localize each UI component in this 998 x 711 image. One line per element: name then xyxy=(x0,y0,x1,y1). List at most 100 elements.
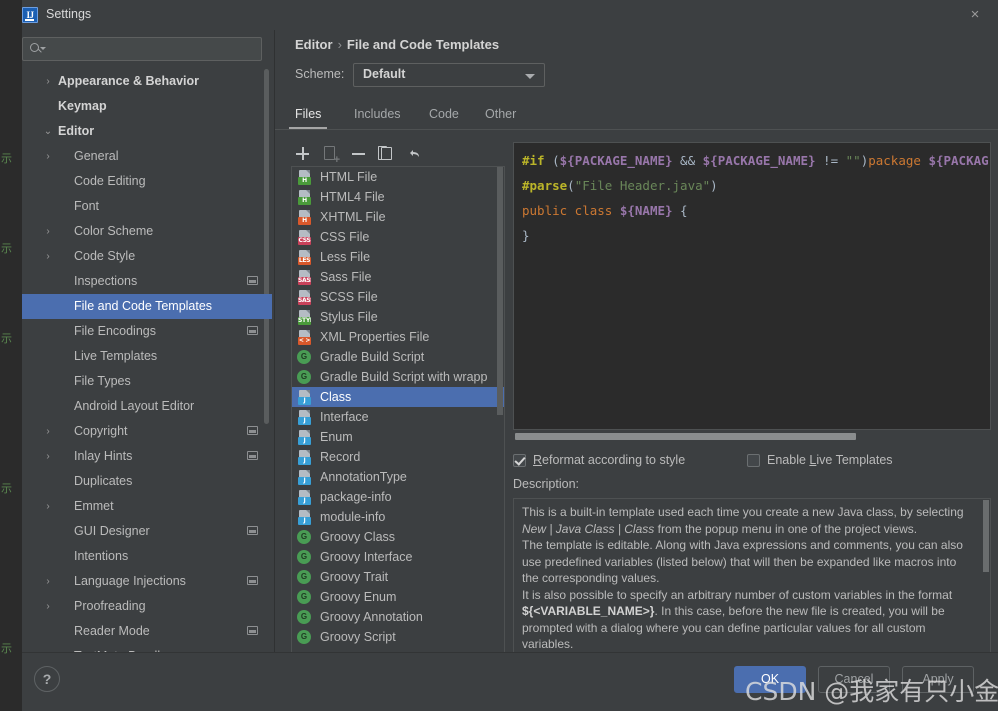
tab-other[interactable]: Other xyxy=(485,102,516,130)
chevron-right-icon[interactable]: › xyxy=(42,569,54,594)
template-code-editor[interactable]: #if (${PACKAGE_NAME} && ${PACKAGE_NAME} … xyxy=(513,142,991,430)
chevron-right-icon[interactable]: › xyxy=(42,144,54,169)
sidebar-item-label: Editor xyxy=(58,119,94,144)
chevron-right-icon[interactable]: › xyxy=(42,219,54,244)
editor-hscroll-thumb[interactable] xyxy=(515,433,856,440)
template-list-item[interactable]: GGroovy Enum xyxy=(292,587,504,607)
sidebar-item-editor[interactable]: ⌄Editor xyxy=(22,119,272,144)
close-icon[interactable]: × xyxy=(964,6,986,24)
chevron-right-icon[interactable]: › xyxy=(42,419,54,444)
code-token: "" xyxy=(846,153,861,168)
minus-icon xyxy=(352,153,365,155)
chevron-right-icon[interactable]: › xyxy=(42,494,54,519)
sidebar-item-android-layout-editor[interactable]: Android Layout Editor xyxy=(22,394,272,419)
sidebar-item-file-types[interactable]: File Types xyxy=(22,369,272,394)
code-token: ${PACKAGE_NAME} xyxy=(703,153,816,168)
template-list[interactable]: HHTML FileHHTML4 FileHXHTML FileCSSCSS F… xyxy=(291,166,505,676)
sidebar-item-emmet[interactable]: ›Emmet xyxy=(22,494,272,519)
cancel-button[interactable]: Cancel xyxy=(818,666,890,693)
description-panel[interactable]: This is a built-in template used each ti… xyxy=(513,498,991,676)
reset-template-button[interactable] xyxy=(403,142,427,166)
chevron-right-icon[interactable]: › xyxy=(42,69,54,94)
sidebar-item-color-scheme[interactable]: › Color Scheme xyxy=(22,219,272,244)
sidebar-item-file-encodings[interactable]: File Encodings xyxy=(22,319,272,344)
ok-button[interactable]: OK xyxy=(734,666,806,693)
sidebar-item-inspections[interactable]: Inspections xyxy=(22,269,272,294)
template-list-item[interactable]: CSSCSS File xyxy=(292,227,504,247)
live-templates-checkbox[interactable] xyxy=(747,454,760,467)
template-list-item[interactable]: Jpackage-info xyxy=(292,487,504,507)
template-list-scrollbar[interactable] xyxy=(497,167,503,415)
template-list-item[interactable]: JClass xyxy=(292,387,504,407)
apply-button[interactable]: Apply xyxy=(902,666,974,693)
template-list-item[interactable]: SASSSCSS File xyxy=(292,287,504,307)
sidebar-item-font[interactable]: Font xyxy=(22,194,272,219)
sidebar-item-textmate-bundles[interactable]: TextMate Bundles xyxy=(22,644,272,652)
sidebar-item-file-and-code-templates[interactable]: File and Code Templates xyxy=(22,294,272,319)
sidebar-item-keymap[interactable]: Keymap xyxy=(22,94,272,119)
template-list-item[interactable]: HXHTML File xyxy=(292,207,504,227)
reformat-label[interactable]: Reformat according to style xyxy=(533,453,685,467)
chevron-down-icon[interactable]: ⌄ xyxy=(42,119,54,144)
template-list-item[interactable]: JRecord xyxy=(292,447,504,467)
sidebar-item-label: Intentions xyxy=(74,544,128,569)
chevron-right-icon[interactable]: › xyxy=(42,444,54,469)
chevron-right-icon[interactable]: › xyxy=(42,244,54,269)
sidebar-item-label: Color Scheme xyxy=(74,219,153,244)
live-templates-label[interactable]: Enable Live Templates xyxy=(767,453,893,467)
help-button[interactable]: ? xyxy=(34,666,60,692)
copy-template-button[interactable] xyxy=(375,142,399,166)
template-list-item[interactable]: < >XML Properties File xyxy=(292,327,504,347)
file-icon: H xyxy=(298,190,312,205)
search-icon xyxy=(30,42,44,56)
search-box[interactable] xyxy=(22,37,262,61)
template-list-item[interactable]: JAnnotationType xyxy=(292,467,504,487)
sidebar-item-general[interactable]: ›General xyxy=(22,144,272,169)
sidebar-item-appearance-behavior[interactable]: ›Appearance & Behavior xyxy=(22,69,272,94)
sidebar-item-inlay-hints[interactable]: › Inlay Hints xyxy=(22,444,272,469)
template-list-item[interactable]: GGradle Build Script xyxy=(292,347,504,367)
template-list-item[interactable]: GGroovy Script xyxy=(292,627,504,647)
template-list-item[interactable]: STYLStylus File xyxy=(292,307,504,327)
sidebar-item-code-style[interactable]: ›Code Style xyxy=(22,244,272,269)
tab-files[interactable]: Files xyxy=(295,102,321,130)
breadcrumb-parent[interactable]: Editor xyxy=(295,37,333,52)
chevron-right-icon[interactable]: › xyxy=(42,594,54,619)
template-list-item[interactable]: GGradle Build Script with wrapp xyxy=(292,367,504,387)
template-list-item[interactable]: HHTML4 File xyxy=(292,187,504,207)
code-token: package xyxy=(868,153,928,168)
sidebar-item-proofreading[interactable]: ›Proofreading xyxy=(22,594,272,619)
add-template-button[interactable] xyxy=(291,142,315,166)
sidebar-item-reader-mode[interactable]: Reader Mode xyxy=(22,619,272,644)
template-list-item[interactable]: JInterface xyxy=(292,407,504,427)
remove-template-button[interactable] xyxy=(347,142,371,166)
sidebar-item-gui-designer[interactable]: GUI Designer xyxy=(22,519,272,544)
template-list-item[interactable]: GGroovy Annotation xyxy=(292,607,504,627)
sidebar-item-code-editing[interactable]: Code Editing xyxy=(22,169,272,194)
sidebar-item-live-templates[interactable]: Live Templates xyxy=(22,344,272,369)
code-token: ${NAME} xyxy=(620,203,673,218)
template-list-item[interactable]: HHTML File xyxy=(292,167,504,187)
settings-tree[interactable]: ›Appearance & BehaviorKeymap⌄Editor›Gene… xyxy=(22,69,272,652)
description-scrollbar[interactable] xyxy=(983,500,989,572)
template-list-item[interactable]: LESLess File xyxy=(292,247,504,267)
sidebar-item-duplicates[interactable]: Duplicates xyxy=(22,469,272,494)
editor-horizontal-scrollbar[interactable] xyxy=(513,432,991,441)
template-list-item[interactable]: GGroovy Interface xyxy=(292,547,504,567)
sidebar-item-language-injections[interactable]: ›Language Injections xyxy=(22,569,272,594)
project-scope-icon xyxy=(247,276,258,285)
template-list-item[interactable]: GGroovy Class xyxy=(292,527,504,547)
template-list-item[interactable]: SASSSass File xyxy=(292,267,504,287)
reformat-checkbox[interactable] xyxy=(513,454,526,467)
settings-dialog: IJ Settings × ›Appearance & BehaviorKeym… xyxy=(22,0,998,711)
tab-code[interactable]: Code xyxy=(429,102,459,130)
sidebar-item-label: Inlay Hints xyxy=(74,444,132,469)
template-list-item[interactable]: GGroovy Trait xyxy=(292,567,504,587)
sidebar-item-copyright[interactable]: ›Copyright xyxy=(22,419,272,444)
sidebar-item-intentions[interactable]: Intentions xyxy=(22,544,272,569)
search-input[interactable] xyxy=(47,41,252,59)
template-list-item[interactable]: Jmodule-info xyxy=(292,507,504,527)
template-list-item[interactable]: JEnum xyxy=(292,427,504,447)
tab-includes[interactable]: Includes xyxy=(354,102,401,130)
scheme-dropdown[interactable]: Default xyxy=(353,63,545,87)
